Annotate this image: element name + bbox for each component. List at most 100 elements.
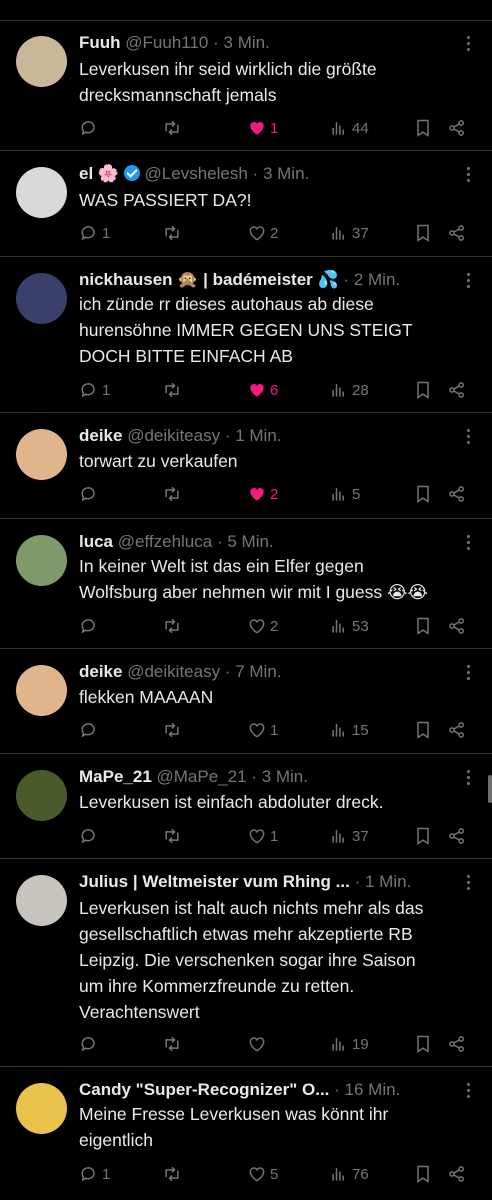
post-card[interactable]: Fuuh @Fuuh110 · 3 Min. Leverkusen ihr se… <box>0 20 492 151</box>
post-card[interactable]: luca @effzehluca · 5 Min. In keiner Welt… <box>0 519 492 649</box>
share-button[interactable] <box>447 1163 467 1185</box>
bookmark-button[interactable] <box>413 615 433 637</box>
share-button[interactable] <box>447 483 467 505</box>
reply-button[interactable]: 1 <box>79 222 110 244</box>
more-options-icon[interactable] <box>466 167 472 185</box>
views-button[interactable]: 28 <box>329 379 369 401</box>
reply-button[interactable]: 1 <box>79 1163 110 1185</box>
author-name[interactable]: luca <box>79 532 113 551</box>
like-button[interactable] <box>247 1033 270 1055</box>
avatar[interactable] <box>16 665 67 716</box>
author-handle[interactable]: @deikiteasy <box>127 426 220 445</box>
views-button[interactable]: 19 <box>329 1033 369 1055</box>
repost-button[interactable] <box>162 379 182 401</box>
author-handle[interactable]: @Levshelesh <box>145 164 248 183</box>
post-card[interactable]: deike @deikiteasy · 7 Min. flekken MAAAA… <box>0 649 492 754</box>
avatar[interactable] <box>16 875 67 926</box>
more-options-icon[interactable] <box>466 665 472 683</box>
like-button[interactable]: 2 <box>247 483 278 505</box>
post-time[interactable]: 2 Min. <box>354 270 400 289</box>
repost-button[interactable] <box>162 1033 182 1055</box>
share-button[interactable] <box>447 379 467 401</box>
bookmark-button[interactable] <box>413 379 433 401</box>
author-name[interactable]: nickhausen 🙊 | badémeister 💦 <box>79 270 339 289</box>
bookmark-button[interactable] <box>413 719 433 741</box>
author-name[interactable]: Candy "Super-Recognizer" O... <box>79 1080 329 1099</box>
views-button[interactable]: 37 <box>329 825 369 847</box>
author-name[interactable]: el 🌸 <box>79 164 119 183</box>
like-button[interactable]: 1 <box>247 825 278 847</box>
avatar[interactable] <box>16 1083 67 1134</box>
reply-button[interactable]: 1 <box>79 379 110 401</box>
repost-button[interactable] <box>162 615 182 637</box>
bookmark-button[interactable] <box>413 1163 433 1185</box>
scrollbar-thumb[interactable] <box>488 775 492 803</box>
repost-button[interactable] <box>162 1163 182 1185</box>
bookmark-button[interactable] <box>413 483 433 505</box>
share-button[interactable] <box>447 719 467 741</box>
reply-button[interactable] <box>79 719 102 741</box>
more-options-icon[interactable] <box>466 875 472 893</box>
share-button[interactable] <box>447 825 467 847</box>
more-options-icon[interactable] <box>466 1083 472 1101</box>
avatar[interactable] <box>16 36 67 87</box>
avatar[interactable] <box>16 770 67 821</box>
like-button[interactable]: 1 <box>247 719 278 741</box>
avatar[interactable] <box>16 167 67 218</box>
bookmark-button[interactable] <box>413 825 433 847</box>
reply-button[interactable] <box>79 483 102 505</box>
more-options-icon[interactable] <box>466 36 472 54</box>
post-time[interactable]: 3 Min. <box>262 767 308 786</box>
post-time[interactable]: 3 Min. <box>263 164 309 183</box>
post-time[interactable]: 5 Min. <box>227 532 273 551</box>
avatar[interactable] <box>16 429 67 480</box>
like-button[interactable]: 6 <box>247 379 278 401</box>
reply-button[interactable] <box>79 1033 102 1055</box>
post-card[interactable]: el 🌸 @Levshelesh · 3 Min. WAS PASSIERT D… <box>0 151 492 257</box>
more-options-icon[interactable] <box>466 273 472 291</box>
post-time[interactable]: 3 Min. <box>224 33 270 52</box>
author-name[interactable]: deike <box>79 662 122 681</box>
bookmark-button[interactable] <box>413 117 433 139</box>
post-card[interactable]: Julius | Weltmeister vum Rhing ... · 1 M… <box>0 859 492 1067</box>
bookmark-button[interactable] <box>413 222 433 244</box>
views-button[interactable]: 53 <box>329 615 369 637</box>
author-handle[interactable]: @effzehluca <box>118 532 212 551</box>
views-button[interactable]: 15 <box>329 719 369 741</box>
share-button[interactable] <box>447 222 467 244</box>
author-handle[interactable]: @Fuuh110 <box>125 33 208 52</box>
post-card[interactable]: nickhausen 🙊 | badémeister 💦 · 2 Min. ic… <box>0 257 492 413</box>
like-button[interactable]: 2 <box>247 615 278 637</box>
author-handle[interactable]: @deikiteasy <box>127 662 220 681</box>
post-card[interactable]: MaPe_21 @MaPe_21 · 3 Min. Leverkusen ist… <box>0 754 492 859</box>
post-card[interactable]: Candy "Super-Recognizer" O... · 16 Min. … <box>0 1067 492 1200</box>
like-button[interactable]: 1 <box>247 117 278 139</box>
avatar[interactable] <box>16 273 67 324</box>
post-card[interactable]: deike @deikiteasy · 1 Min. torwart zu ve… <box>0 413 492 519</box>
repost-button[interactable] <box>162 222 182 244</box>
bookmark-button[interactable] <box>413 1033 433 1055</box>
repost-button[interactable] <box>162 825 182 847</box>
avatar[interactable] <box>16 535 67 586</box>
reply-button[interactable] <box>79 825 102 847</box>
reply-button[interactable] <box>79 117 102 139</box>
views-button[interactable]: 76 <box>329 1163 369 1185</box>
views-button[interactable]: 37 <box>329 222 369 244</box>
more-options-icon[interactable] <box>466 535 472 553</box>
author-name[interactable]: Julius | Weltmeister vum Rhing ... <box>79 872 350 891</box>
author-name[interactable]: Fuuh <box>79 33 121 52</box>
author-name[interactable]: MaPe_21 <box>79 767 152 786</box>
share-button[interactable] <box>447 615 467 637</box>
share-button[interactable] <box>447 1033 467 1055</box>
repost-button[interactable] <box>162 719 182 741</box>
author-handle[interactable]: @MaPe_21 <box>157 767 247 786</box>
more-options-icon[interactable] <box>466 429 472 447</box>
post-time[interactable]: 1 Min. <box>365 872 411 891</box>
share-button[interactable] <box>447 117 467 139</box>
more-options-icon[interactable] <box>466 770 472 788</box>
repost-button[interactable] <box>162 117 182 139</box>
post-time[interactable]: 1 Min. <box>235 426 281 445</box>
author-name[interactable]: deike <box>79 426 122 445</box>
like-button[interactable]: 2 <box>247 222 278 244</box>
post-time[interactable]: 16 Min. <box>345 1080 401 1099</box>
